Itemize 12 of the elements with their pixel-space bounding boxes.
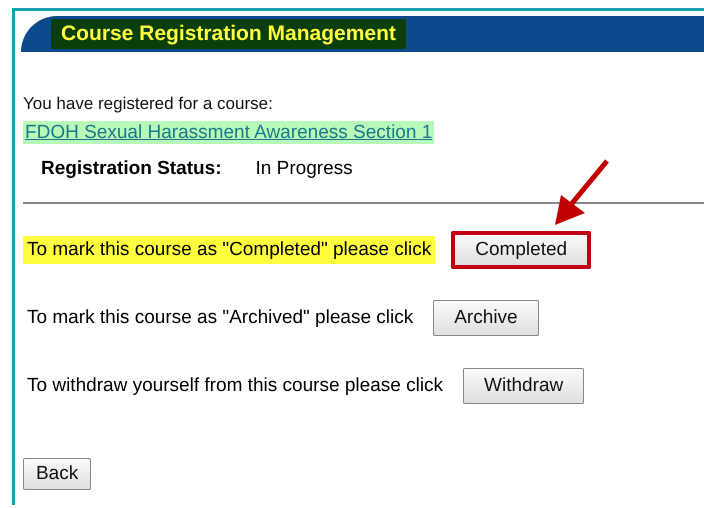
page-title: Course Registration Management: [51, 19, 406, 49]
intro-text: You have registered for a course:: [23, 94, 274, 114]
instruction-text: To mark this course as "Completed" please click: [23, 236, 436, 264]
action-button[interactable]: Withdraw: [463, 368, 584, 404]
back-button[interactable]: Back: [23, 458, 92, 490]
course-link[interactable]: FDOH Sexual Harassment Awareness Section 1: [23, 121, 434, 144]
status-label: Registration Status:: [41, 158, 222, 179]
instruction-text: To mark this course as "Archived" please click: [26, 306, 414, 330]
action-button[interactable]: Completed: [451, 231, 592, 269]
status-value: In Progress: [256, 158, 353, 179]
action-button[interactable]: Archive: [433, 300, 539, 336]
instruction-text: To withdraw yourself from this course please click: [26, 374, 444, 398]
